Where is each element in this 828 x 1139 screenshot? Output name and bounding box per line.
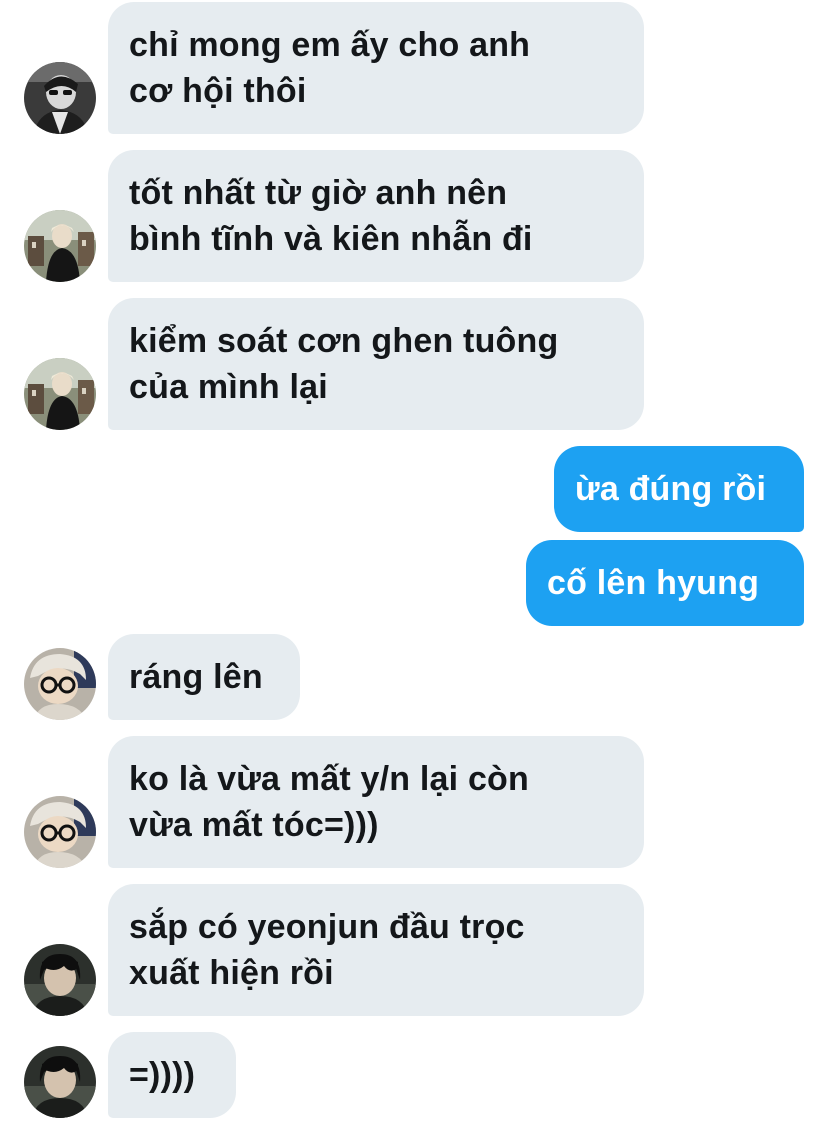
message-bubble: ừa đúng rồi bbox=[554, 446, 804, 532]
message-bubble: =)))) bbox=[108, 1032, 236, 1118]
message-bubble: ráng lên bbox=[108, 634, 300, 720]
message-bubble: ko là vừa mất y/n lại còn vừa mất tóc=))… bbox=[108, 736, 644, 868]
avatar[interactable] bbox=[24, 358, 96, 430]
avatar-3-icon bbox=[24, 796, 96, 868]
conversation-thread: chỉ mong em ấy cho anh cơ hội thôi tốt n… bbox=[0, 0, 828, 1139]
avatar[interactable] bbox=[24, 648, 96, 720]
avatar[interactable] bbox=[24, 62, 96, 134]
message-row: cố lên hyung bbox=[0, 538, 828, 628]
avatar-1-icon bbox=[24, 62, 96, 134]
message-row: ko là vừa mất y/n lại còn vừa mất tóc=))… bbox=[0, 734, 828, 874]
message-row: chỉ mong em ấy cho anh cơ hội thôi bbox=[0, 0, 828, 140]
avatar-3-icon bbox=[24, 648, 96, 720]
message-row: tốt nhất từ giờ anh nên bình tĩnh và kiê… bbox=[0, 148, 828, 288]
message-bubble: sắp có yeonjun đầu trọc xuất hiện rồi bbox=[108, 884, 644, 1016]
avatar[interactable] bbox=[24, 944, 96, 1016]
message-bubble: tốt nhất từ giờ anh nên bình tĩnh và kiê… bbox=[108, 150, 644, 282]
message-row: kiểm soát cơn ghen tuông của mình lại bbox=[0, 296, 828, 436]
message-bubble: chỉ mong em ấy cho anh cơ hội thôi bbox=[108, 2, 644, 134]
avatar[interactable] bbox=[24, 1046, 96, 1118]
avatar[interactable] bbox=[24, 796, 96, 868]
avatar-2-icon bbox=[24, 358, 96, 430]
message-bubble: cố lên hyung bbox=[526, 540, 804, 626]
message-row: ráng lên bbox=[0, 632, 828, 722]
message-row: =)))) bbox=[0, 1030, 828, 1120]
message-row: ừa đúng rồi bbox=[0, 444, 828, 534]
avatar[interactable] bbox=[24, 210, 96, 282]
avatar-4-icon bbox=[24, 944, 96, 1016]
message-row: sắp có yeonjun đầu trọc xuất hiện rồi bbox=[0, 882, 828, 1022]
message-bubble: kiểm soát cơn ghen tuông của mình lại bbox=[108, 298, 644, 430]
avatar-2-icon bbox=[24, 210, 96, 282]
avatar-4-icon bbox=[24, 1046, 96, 1118]
